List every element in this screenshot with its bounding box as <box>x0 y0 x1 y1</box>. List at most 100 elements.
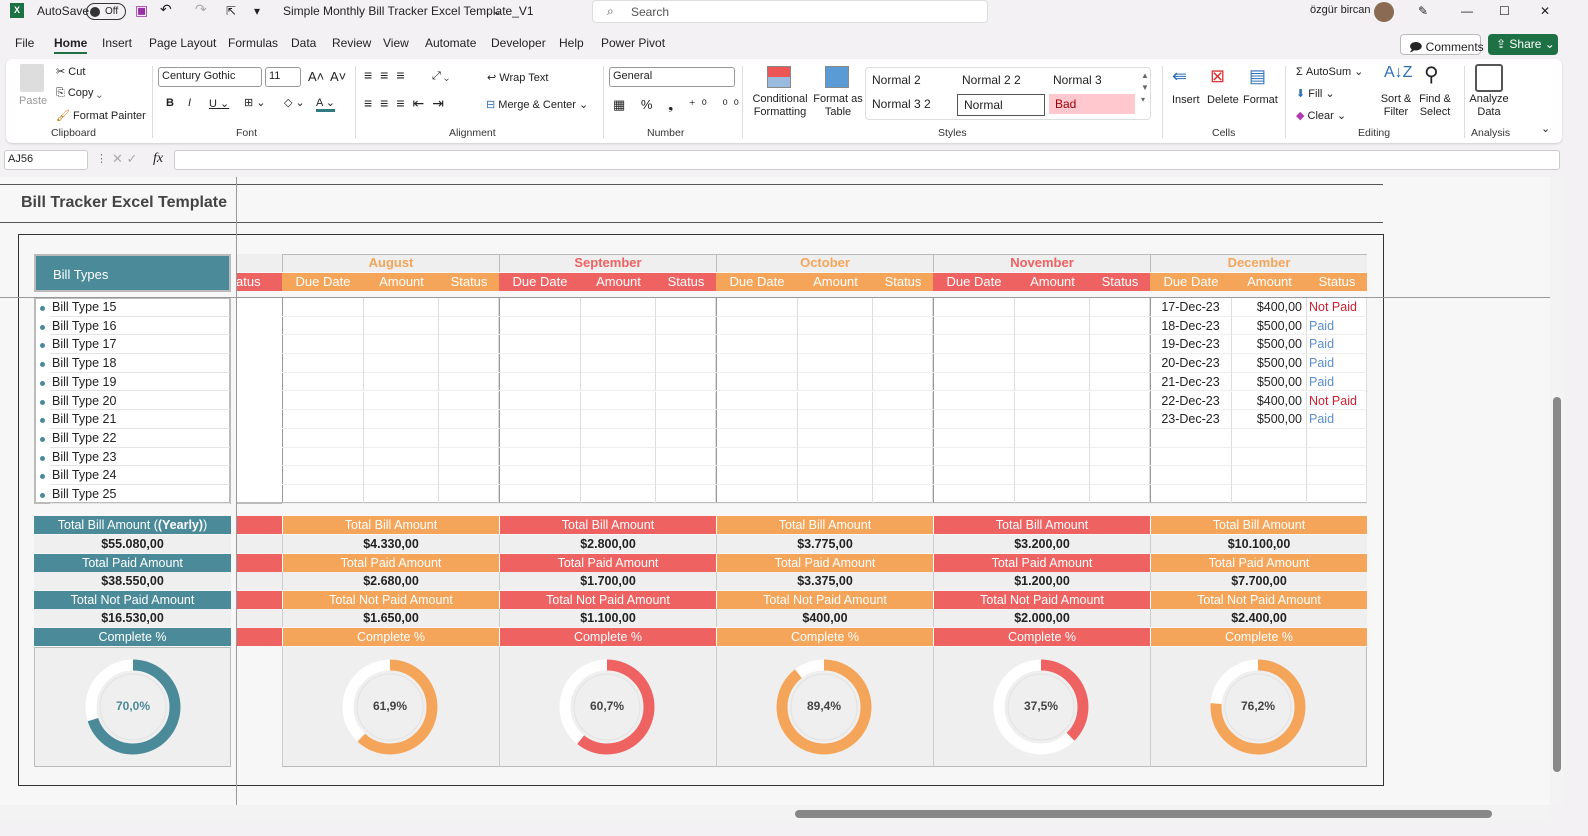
data-cell-amount[interactable] <box>1015 447 1090 467</box>
collapse-ribbon-icon[interactable]: ⌄ <box>1541 122 1550 135</box>
data-cell-due-date[interactable] <box>499 485 581 504</box>
data-cell-due-date[interactable] <box>1150 485 1232 504</box>
data-cell-status[interactable] <box>439 298 499 317</box>
data-cell-amount[interactable] <box>1015 335 1090 355</box>
data-cell-due-date[interactable] <box>282 372 364 392</box>
style-normal-2[interactable]: Normal 2 <box>866 70 952 90</box>
data-cell-due-date[interactable] <box>282 298 364 317</box>
data-cell-status[interactable] <box>873 485 933 504</box>
data-cell-due-date[interactable] <box>716 485 798 504</box>
data-cell-due-date[interactable] <box>499 316 581 336</box>
data-cell-status[interactable] <box>439 316 499 336</box>
tab-help[interactable]: Help <box>559 36 584 50</box>
data-cell-status[interactable] <box>873 316 933 336</box>
tab-view[interactable]: View <box>383 36 409 50</box>
data-cell-amount[interactable] <box>1015 316 1090 336</box>
italic-icon[interactable]: I <box>188 97 191 109</box>
data-cell-due-date[interactable] <box>933 372 1015 392</box>
data-cell-due-date[interactable] <box>716 354 798 373</box>
merge-center-button[interactable]: ⊟ Merge & Center ⌄ <box>486 98 588 111</box>
data-cell-status[interactable] <box>873 428 933 448</box>
number-format-icons[interactable]: ▦ % ❟ ⁺⁰ ⁰⁰ <box>613 97 745 113</box>
data-cell-status[interactable] <box>873 354 933 373</box>
number-format-select[interactable]: General <box>609 67 735 87</box>
wrap-text-button[interactable]: ↩ Wrap Text <box>487 71 548 84</box>
data-cell-amount[interactable] <box>581 372 656 392</box>
find-select-button[interactable]: Find & Select <box>1415 93 1455 119</box>
data-cell-amount[interactable] <box>1015 391 1090 411</box>
data-cell-due-date[interactable]: 21-Dec-23 <box>1150 372 1232 392</box>
tab-developer[interactable]: Developer <box>491 36 546 50</box>
data-cell-amount[interactable] <box>1232 428 1307 448</box>
insert-function-button[interactable]: fx <box>153 151 163 167</box>
style-normal-3[interactable]: Normal 3 <box>1047 70 1133 90</box>
font-color-icon[interactable]: A ⌄ <box>316 96 336 112</box>
data-cell-amount[interactable] <box>581 316 656 336</box>
data-cell-status[interactable] <box>873 372 933 392</box>
data-cell-amount[interactable]: $400,00 <box>1232 298 1307 317</box>
data-cell-status[interactable] <box>439 428 499 448</box>
data-cell-amount[interactable]: $400,00 <box>1232 391 1307 411</box>
tab-insert[interactable]: Insert <box>102 36 132 50</box>
insert-button[interactable]: Insert <box>1172 94 1200 106</box>
data-cell-status[interactable] <box>873 466 933 485</box>
data-cell-due-date[interactable] <box>716 447 798 467</box>
data-cell-due-date[interactable] <box>282 485 364 504</box>
data-cell-status[interactable] <box>656 298 716 317</box>
data-cell-due-date[interactable] <box>716 428 798 448</box>
paste-icon[interactable] <box>20 64 44 92</box>
data-cell-status[interactable] <box>1307 428 1367 448</box>
gallery-scroll-icons[interactable]: ▲ ▼ ▾ <box>1141 70 1149 106</box>
data-cell-amount[interactable] <box>1015 410 1090 429</box>
data-cell-due-date[interactable] <box>933 485 1015 504</box>
tab-formulas[interactable]: Formulas <box>228 36 278 50</box>
data-cell-amount[interactable] <box>581 466 656 485</box>
conditional-formatting-icon[interactable] <box>767 66 791 88</box>
bold-icon[interactable]: B <box>166 97 174 109</box>
tab-data[interactable]: Data <box>291 36 316 50</box>
data-cell-amount[interactable] <box>1232 485 1307 504</box>
data-cell-due-date[interactable] <box>716 410 798 429</box>
data-cell-status[interactable] <box>1307 466 1367 485</box>
data-cell-due-date[interactable] <box>499 298 581 317</box>
data-cell-status[interactable] <box>873 410 933 429</box>
data-cell-amount[interactable] <box>364 298 439 317</box>
data-cell-amount[interactable] <box>581 391 656 411</box>
vertical-scrollbar[interactable] <box>1550 177 1564 805</box>
tab-power-pivot[interactable]: Power Pivot <box>601 36 665 50</box>
data-cell-due-date[interactable] <box>716 316 798 336</box>
data-cell-due-date[interactable] <box>282 428 364 448</box>
autosum-button[interactable]: Σ AutoSum ⌄ <box>1296 65 1363 78</box>
data-cell-due-date[interactable] <box>499 410 581 429</box>
data-cell-amount[interactable] <box>798 447 873 467</box>
comments-button[interactable]: 🗩 Comments <box>1400 34 1484 55</box>
data-cell-status[interactable] <box>656 335 716 355</box>
data-cell-due-date[interactable] <box>282 410 364 429</box>
data-cell-amount[interactable] <box>1015 372 1090 392</box>
data-cell-status[interactable] <box>1307 485 1367 504</box>
data-cell-amount[interactable] <box>581 354 656 373</box>
data-cell-status[interactable] <box>656 485 716 504</box>
data-cell-amount[interactable] <box>364 466 439 485</box>
pen-icon[interactable]: ✎ <box>1418 4 1428 18</box>
data-cell-status[interactable] <box>1090 335 1150 355</box>
data-cell-amount[interactable]: $500,00 <box>1232 354 1307 373</box>
sort-filter-button[interactable]: Sort & Filter <box>1378 93 1414 119</box>
data-cell-status[interactable] <box>873 447 933 467</box>
sort-filter-icon[interactable]: A↓Z <box>1384 64 1412 82</box>
data-cell-status[interactable] <box>873 391 933 411</box>
data-cell-status[interactable] <box>1090 428 1150 448</box>
data-cell-amount[interactable] <box>798 298 873 317</box>
decrease-font-icon[interactable]: A˅ <box>330 69 346 84</box>
analyze-data-icon[interactable] <box>1475 64 1503 92</box>
copy-button[interactable]: ⎘ Copy ⌄ <box>56 87 102 100</box>
style-normal-3-2[interactable]: Normal 3 2 <box>866 94 952 114</box>
data-cell-status[interactable] <box>439 354 499 373</box>
data-cell-due-date[interactable]: 17-Dec-23 <box>1150 298 1232 317</box>
data-cell-due-date[interactable] <box>716 298 798 317</box>
data-cell-amount[interactable] <box>1015 354 1090 373</box>
data-cell-due-date[interactable] <box>933 391 1015 411</box>
fill-button[interactable]: ⬇ Fill ⌄ <box>1296 87 1335 100</box>
data-cell-amount[interactable] <box>364 316 439 336</box>
tab-file[interactable]: File <box>15 36 34 50</box>
